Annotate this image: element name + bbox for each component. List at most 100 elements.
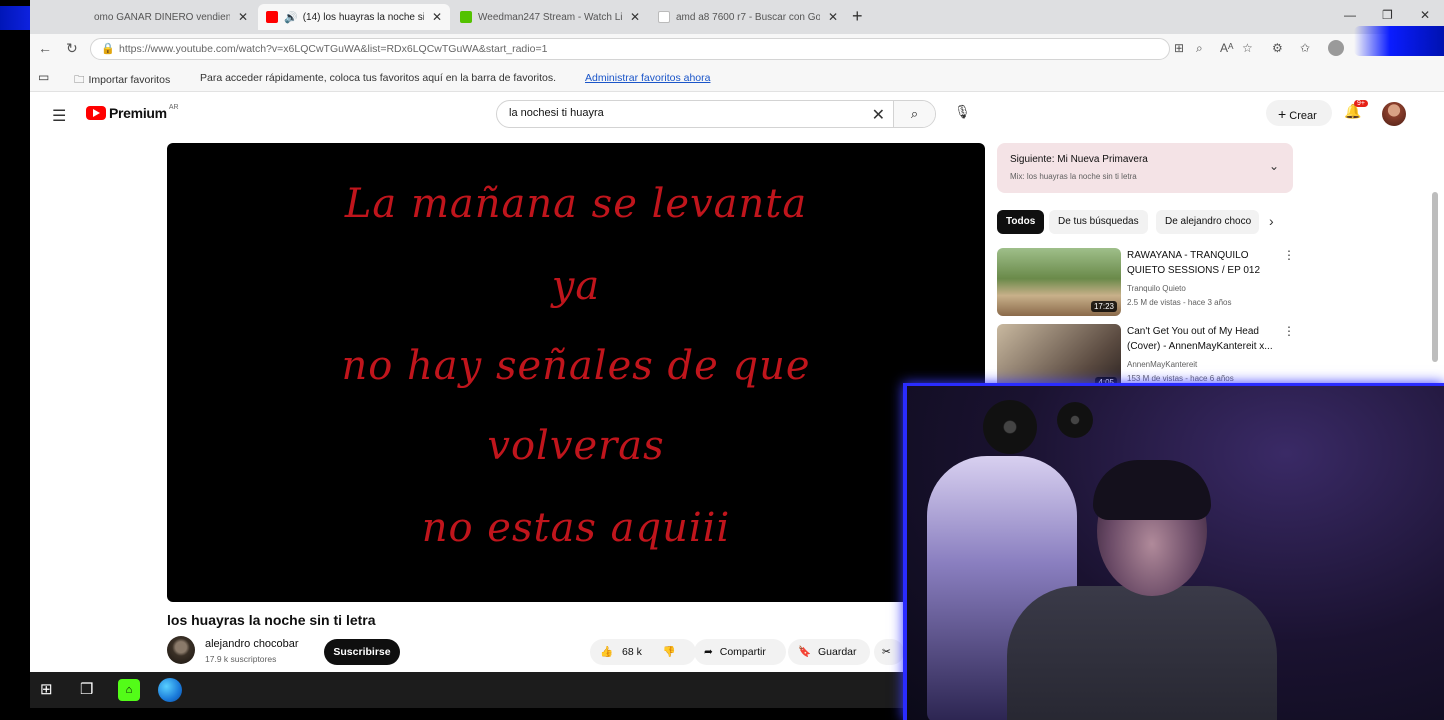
create-button[interactable]: + Crear [1266, 100, 1332, 126]
scissors-icon: ✂ [882, 646, 891, 658]
folder-icon: 🗀 [74, 74, 85, 86]
subscriber-count: 17.9 k suscriptores [205, 654, 277, 664]
recommendation-channel: AnnenMayKantereit [1127, 360, 1198, 369]
notification-badge: 9+ [1354, 100, 1368, 107]
favorites-icon[interactable]: ✩ [1300, 41, 1310, 55]
tab-strip: omo GANAR DINERO vendiendo ✕ 🔊 (14) los … [30, 0, 1444, 34]
close-tab-icon[interactable]: ✕ [238, 10, 248, 24]
minimize-icon[interactable]: — [1344, 8, 1356, 22]
search-icon[interactable]: ⌕ [893, 101, 935, 127]
like-count[interactable]: 68 k [622, 646, 642, 658]
chevron-down-icon[interactable]: ⌄ [1269, 159, 1279, 173]
speaker-icon[interactable]: 🔊 [284, 11, 298, 24]
lyric-line: La mañana se levanta [344, 181, 808, 227]
like-dislike-group: 👍 68 k 👎 [590, 639, 696, 665]
task-view-icon[interactable]: ❒ [80, 680, 93, 698]
youtube-favicon-icon [266, 11, 278, 23]
streamer [997, 460, 1277, 720]
extensions-icon[interactable]: ⚙ [1272, 41, 1283, 55]
tab-weedman[interactable]: Weedman247 Stream - Watch Live ✕ [452, 4, 648, 30]
url-text: https://www.youtube.com/watch?v=x6LQCwTG… [119, 43, 548, 55]
close-tab-icon[interactable]: ✕ [432, 10, 442, 24]
chip-from-channel[interactable]: De alejandro choco [1156, 210, 1259, 234]
recommendation-item[interactable]: 4:05 Can't Get You out of My Head (Cover… [997, 324, 1297, 392]
zoom-icon[interactable]: ⌕ [1196, 41, 1203, 56]
edge-browser-icon[interactable] [158, 678, 182, 702]
clip-button[interactable]: ✂ [874, 639, 904, 665]
menu-icon[interactable]: ☰ [52, 106, 66, 126]
tab-title: omo GANAR DINERO vendiendo [94, 11, 230, 23]
new-tab-icon[interactable]: + [852, 6, 863, 27]
video-duration: 17:23 [1090, 301, 1117, 312]
address-bar[interactable]: 🔒 https://www.youtube.com/watch?v=x6LQCw… [90, 38, 1170, 60]
youtube-logo[interactable]: Premium AR [86, 104, 179, 121]
bookmark-icon: 🔖 [798, 646, 812, 658]
scrollbar[interactable] [1432, 192, 1438, 362]
manage-favorites-link[interactable]: Administrar favoritos ahora [585, 72, 710, 84]
clear-search-icon[interactable]: ✕ [872, 105, 885, 125]
share-button[interactable]: ➦ Compartir [694, 639, 786, 665]
favorite-star-icon[interactable]: ☆ [1242, 41, 1253, 55]
favorites-hint: Para acceder rápidamente, coloca tus fav… [200, 72, 557, 84]
windows-start-icon[interactable]: ⊞ [40, 680, 53, 698]
favorites-bar: ▭ 🗀 Importar favoritos Para acceder rápid… [30, 64, 1444, 92]
profile-icon[interactable] [1328, 40, 1344, 56]
tab-ganar-dinero[interactable]: omo GANAR DINERO vendiendo ✕ [86, 4, 256, 30]
video-thumbnail[interactable]: 17:23 [997, 248, 1121, 316]
subscribe-button[interactable]: Suscribirse [324, 639, 400, 665]
recommendation-item[interactable]: 17:23 RAWAYANA - TRANQUILO QUIETO SESSIO… [997, 248, 1297, 316]
streamer-hair [1093, 460, 1211, 520]
video-title: los huayras la noche sin ti letra [167, 612, 376, 628]
next-up-title: Siguiente: Mi Nueva Primavera [1010, 154, 1148, 165]
recommendation-title: Can't Get You out of My Head (Cover) - A… [1127, 326, 1273, 352]
wall-record-decoration [983, 400, 1037, 454]
next-up-panel[interactable]: Siguiente: Mi Nueva Primavera Mix: los h… [997, 143, 1293, 193]
share-icon: ➦ [704, 646, 713, 658]
chevron-right-icon[interactable]: › [1269, 213, 1274, 229]
more-options-icon[interactable]: ⋮ [1283, 248, 1295, 262]
channel-name[interactable]: alejandro chocobar [205, 638, 299, 650]
video-player[interactable]: La mañana se levanta ya no hay señales d… [167, 143, 985, 602]
lyric-line: volveras [487, 423, 665, 469]
read-aloud-icon[interactable]: Aᴬ [1220, 41, 1233, 55]
tab-youtube[interactable]: 🔊 (14) los huayras la noche sin ti ✕ [258, 4, 450, 30]
microphone-icon[interactable]: 🎙 [954, 104, 971, 120]
search-input[interactable]: la nochesi ti huayra ✕ ⌕ [496, 100, 936, 128]
notifications-bell-icon[interactable]: 🔔 9+ [1344, 100, 1368, 120]
close-window-icon[interactable]: ✕ [1420, 8, 1430, 22]
favorites-bar-icon: ▭ [38, 70, 50, 84]
chip-from-searches[interactable]: De tus búsquedas [1049, 210, 1148, 234]
taskbar: ⊞ ❒ ⌂ [30, 672, 910, 708]
tab-google[interactable]: amd a8 7600 r7 - Buscar con Goo ✕ [650, 4, 846, 30]
account-avatar[interactable] [1382, 102, 1406, 126]
channel-avatar[interactable] [167, 636, 195, 664]
kick-app-icon[interactable]: ⌂ [118, 679, 140, 701]
save-button[interactable]: 🔖 Guardar [788, 639, 870, 665]
like-icon[interactable]: 👍 [600, 646, 613, 658]
back-icon[interactable]: ← [38, 40, 52, 56]
next-up-mix: Mix: los huayras la noche sin ti letra [1010, 172, 1137, 181]
wall-record-decoration [1057, 402, 1093, 438]
dislike-icon[interactable]: 👎 [663, 646, 676, 658]
import-favorites[interactable]: 🗀 Importar favoritos [74, 72, 170, 90]
chip-all[interactable]: Todos [997, 210, 1045, 234]
recommendation-meta: 2.5 M de vistas - hace 3 años [1127, 298, 1232, 307]
search-query: la nochesi ti huayra [509, 107, 604, 119]
youtube-play-icon [86, 106, 106, 120]
lyric-line: ya [551, 263, 601, 309]
streamer-body [1007, 586, 1277, 720]
video-thumbnail[interactable]: 4:05 [997, 324, 1121, 392]
reload-icon[interactable]: ↻ [66, 40, 78, 57]
close-tab-icon[interactable]: ✕ [828, 10, 838, 24]
lyric-line: no hay señales de que [341, 343, 811, 389]
more-options-icon[interactable]: ⋮ [1283, 324, 1295, 338]
address-toolbar: ← ↻ 🔒 https://www.youtube.com/watch?v=x6… [30, 34, 1444, 64]
stream-overlay-streak [1354, 26, 1444, 56]
save-label: Guardar [818, 646, 857, 658]
plus-icon: + [1278, 106, 1287, 122]
apps-icon[interactable]: ⊞ [1174, 41, 1184, 55]
recommendation-channel: Tranquilo Quieto [1127, 284, 1186, 293]
restore-icon[interactable]: ❐ [1382, 8, 1393, 22]
recommendation-meta: 153 M de vistas - hace 6 años [1127, 374, 1234, 383]
close-tab-icon[interactable]: ✕ [630, 10, 640, 24]
